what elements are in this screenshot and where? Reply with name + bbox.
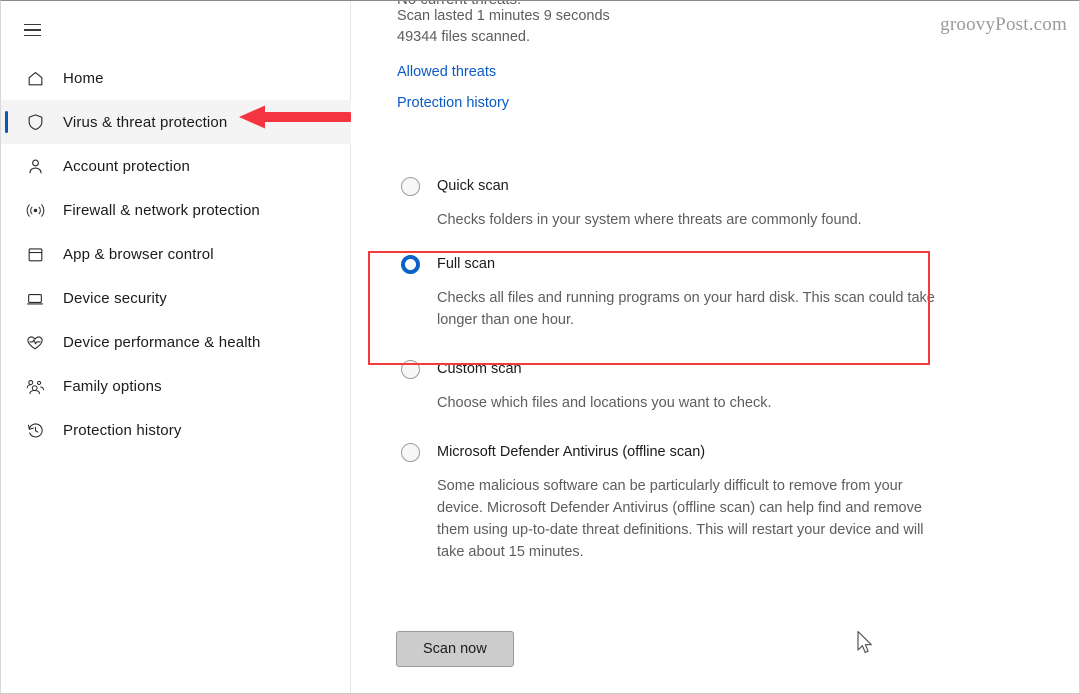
wifi-icon	[19, 198, 51, 222]
sidebar-item-device-performance-health[interactable]: Device performance & health	[1, 320, 351, 364]
scan-duration-text: Scan lasted 1 minutes 9 seconds	[397, 8, 610, 24]
offline-scan-row[interactable]: Microsoft Defender Antivirus (offline sc…	[401, 439, 705, 465]
sidebar-item-virus-threat-protection[interactable]: Virus & threat protection	[1, 100, 351, 144]
sidebar: Home Virus & threat protection Account p…	[1, 1, 351, 693]
custom-scan-description: Choose which files and locations you wan…	[437, 395, 772, 411]
hamburger-line	[24, 29, 41, 31]
full-scan-description: Checks all files and running programs on…	[437, 290, 935, 328]
full-scan-label: Full scan	[437, 256, 496, 272]
offline-scan-description: Some malicious software can be particula…	[437, 478, 924, 560]
custom-scan-label: Custom scan	[437, 361, 522, 377]
sidebar-item-label: Home	[63, 69, 104, 87]
sidebar-item-firewall-network-protection[interactable]: Firewall & network protection	[1, 188, 351, 232]
full-scan-row[interactable]: Full scan	[401, 251, 495, 277]
sidebar-item-home[interactable]: Home	[1, 56, 351, 100]
clock-history-icon	[19, 418, 51, 442]
home-icon	[19, 66, 51, 90]
custom-scan-radio[interactable]	[401, 359, 420, 379]
windows-security-window: Home Virus & threat protection Account p…	[0, 0, 1080, 694]
scan-option-full-scan[interactable]: Full scan Checks all files and running p…	[352, 251, 1079, 331]
sidebar-item-label: Device performance & health	[63, 333, 261, 351]
sidebar-nav: Home Virus & threat protection Account p…	[1, 56, 351, 452]
watermark: groovyPost.com	[940, 14, 1067, 35]
sidebar-item-label: Protection history	[63, 421, 182, 439]
sidebar-item-label: Account protection	[63, 157, 190, 175]
offline-scan-radio[interactable]	[401, 442, 420, 462]
full-scan-radio[interactable]	[401, 254, 420, 274]
scan-option-offline-scan[interactable]: Microsoft Defender Antivirus (offline sc…	[352, 439, 1079, 563]
scan-option-custom-scan[interactable]: Custom scan Choose which files and locat…	[352, 356, 1079, 414]
sidebar-item-app-browser-control[interactable]: App & browser control	[1, 232, 351, 276]
sidebar-item-label: Virus & threat protection	[63, 113, 228, 131]
sidebar-item-label: Family options	[63, 377, 162, 395]
hamburger-line	[24, 34, 41, 37]
quick-scan-label: Quick scan	[437, 178, 509, 194]
people-icon	[19, 374, 51, 398]
laptop-icon	[19, 286, 51, 310]
quick-scan-row[interactable]: Quick scan	[401, 173, 509, 199]
app-window-icon	[19, 242, 51, 266]
quick-scan-description: Checks folders in your system where thre…	[437, 212, 862, 228]
custom-scan-row[interactable]: Custom scan	[401, 356, 522, 382]
scan-now-button-wrap: Scan now	[396, 631, 514, 667]
selection-indicator	[5, 111, 8, 133]
link-list: Allowed threats Protection history	[397, 64, 509, 126]
scan-now-button[interactable]: Scan now	[396, 631, 514, 667]
main-content: groovyPost.com No current threats. Scan …	[352, 1, 1079, 693]
offline-scan-label: Microsoft Defender Antivirus (offline sc…	[437, 444, 706, 460]
sidebar-item-device-security[interactable]: Device security	[1, 276, 351, 320]
files-scanned-text: 49344 files scanned.	[397, 29, 531, 45]
scan-option-quick-scan[interactable]: Quick scan Checks folders in your system…	[352, 173, 1079, 231]
hamburger-icon[interactable]	[19, 15, 53, 45]
scan-summary: Scan lasted 1 minutes 9 seconds 49344 fi…	[397, 6, 610, 48]
sidebar-item-label: App & browser control	[63, 245, 214, 263]
protection-history-link[interactable]: Protection history	[397, 95, 509, 111]
sidebar-item-protection-history[interactable]: Protection history	[1, 408, 351, 452]
heartbeat-icon	[19, 330, 51, 354]
mouse-cursor-icon	[856, 630, 876, 656]
quick-scan-radio[interactable]	[401, 176, 420, 196]
scan-options-group: Quick scan Checks folders in your system…	[352, 173, 1079, 563]
sidebar-item-account-protection[interactable]: Account protection	[1, 144, 351, 188]
sidebar-item-label: Firewall & network protection	[63, 201, 260, 219]
allowed-threats-link[interactable]: Allowed threats	[397, 64, 496, 80]
sidebar-item-family-options[interactable]: Family options	[1, 364, 351, 408]
person-icon	[19, 154, 51, 178]
shield-icon	[19, 110, 51, 134]
hamburger-line	[24, 23, 41, 26]
sidebar-item-label: Device security	[63, 289, 167, 307]
